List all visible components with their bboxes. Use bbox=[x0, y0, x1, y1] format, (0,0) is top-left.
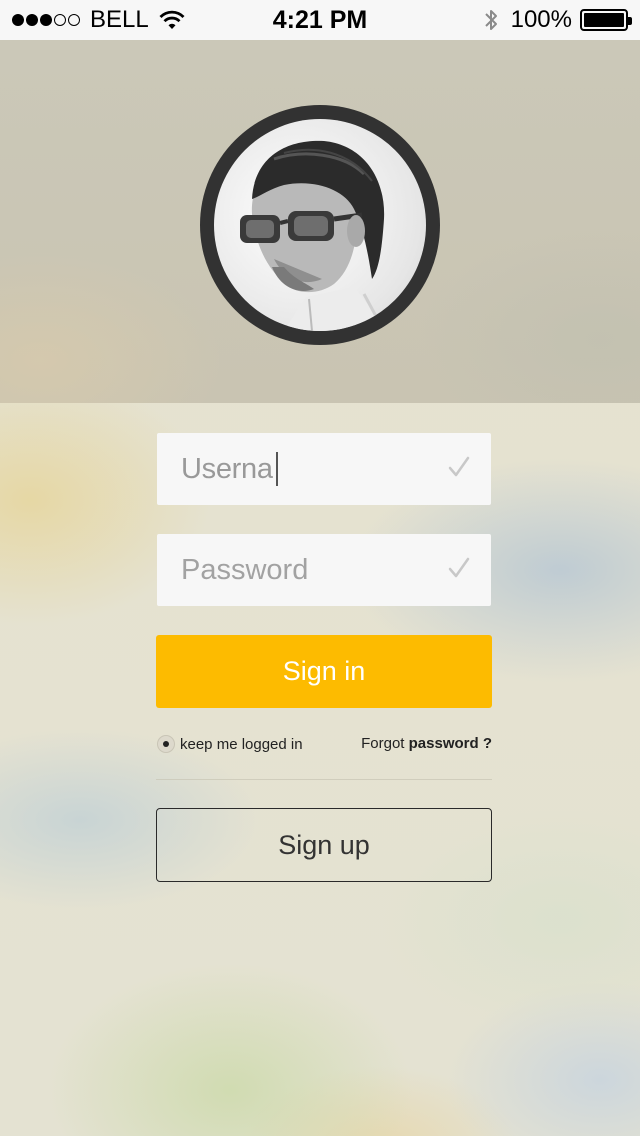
sign-in-button[interactable]: Sign in bbox=[156, 635, 492, 708]
battery-percent: 100% bbox=[510, 6, 572, 33]
text-cursor bbox=[275, 452, 278, 486]
profile-photo-illustration bbox=[240, 140, 389, 331]
password-field[interactable] bbox=[157, 534, 491, 606]
forgot-prefix: Forgot bbox=[361, 735, 405, 752]
forgot-password-emphasis[interactable]: password ? bbox=[409, 735, 492, 752]
forgot-password-link[interactable]: Forgot password ? bbox=[361, 734, 492, 754]
keep-logged-in-label: keep me logged in bbox=[180, 735, 303, 753]
radio-selected-dot bbox=[163, 741, 169, 747]
checkmark-icon bbox=[448, 456, 470, 477]
keep-logged-in-radio[interactable] bbox=[157, 735, 175, 753]
battery-nub bbox=[628, 17, 632, 25]
username-field[interactable]: Userna bbox=[157, 433, 491, 505]
status-bar: BELL 4:21 PM 100% bbox=[0, 0, 640, 40]
battery-icon bbox=[580, 9, 632, 31]
username-value: Userna bbox=[181, 452, 273, 485]
avatar[interactable] bbox=[200, 105, 440, 345]
divider bbox=[156, 779, 492, 780]
bluetooth-icon bbox=[484, 10, 497, 30]
password-input[interactable] bbox=[181, 550, 431, 590]
status-right-group: 100% bbox=[483, 6, 632, 34]
sign-up-button[interactable]: Sign up bbox=[156, 808, 492, 882]
checkmark-icon bbox=[448, 557, 470, 578]
profile-photo bbox=[214, 119, 426, 331]
keep-logged-in-row[interactable]: keep me logged in bbox=[157, 734, 303, 754]
battery-fill bbox=[584, 13, 624, 27]
